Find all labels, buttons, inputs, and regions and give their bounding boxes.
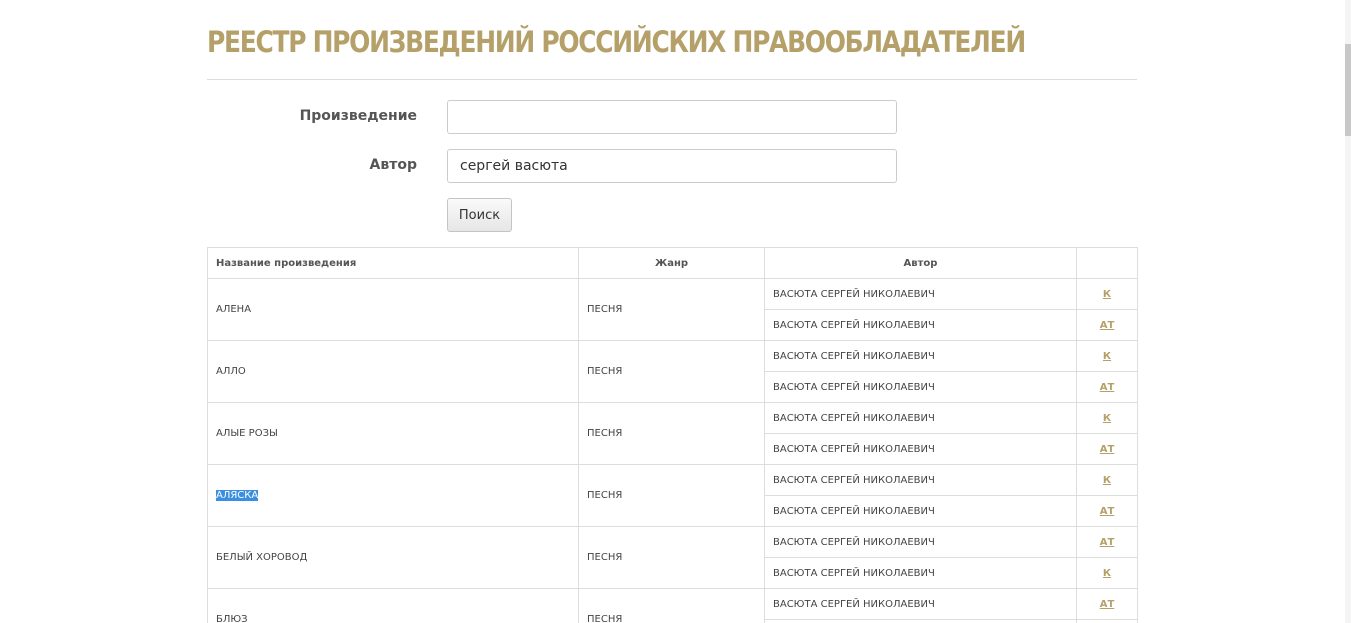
work-title-cell: АЛЫЕ РОЗЫ (207, 402, 579, 465)
author-cell: ВАСЮТА СЕРГЕЙ НИКОЛАЕВИЧ (764, 433, 1077, 465)
header-title: Название произведения (207, 247, 579, 279)
rights-cell: АТ (1076, 526, 1138, 558)
search-button[interactable]: Поиск (447, 198, 512, 232)
rights-cell: К (1076, 278, 1138, 310)
rights-link[interactable]: АТ (1100, 599, 1115, 610)
header-author: Автор (764, 247, 1077, 279)
work-title-cell: БЕЛЫЙ ХОРОВОД (207, 526, 579, 589)
genre-cell: ПЕСНЯ (578, 464, 765, 527)
genre-cell: ПЕСНЯ (578, 278, 765, 341)
page: РЕЕСТР ПРОИЗВЕДЕНИЙ РОССИЙСКИХ ПРАВООБЛА… (0, 0, 1351, 623)
rights-link[interactable]: К (1103, 413, 1111, 424)
rights-cell (1076, 619, 1138, 623)
rights-link[interactable]: К (1103, 475, 1111, 486)
work-title: БЕЛЫЙ ХОРОВОД (216, 552, 308, 563)
genre-cell: ПЕСНЯ (578, 402, 765, 465)
work-title: БЛЮЗ (216, 614, 248, 623)
rights-cell: АТ (1076, 371, 1138, 403)
rights-link[interactable]: АТ (1100, 537, 1115, 548)
rights-cell: АТ (1076, 309, 1138, 341)
author-label: Автор (369, 157, 417, 173)
work-label: Произведение (299, 108, 417, 124)
table-row: БЛЮЗ ПЕСНЯ ВАСЮТА СЕРГЕЙ НИКОЛАЕВИЧ АТ (207, 588, 1138, 623)
page-title: РЕЕСТР ПРОИЗВЕДЕНИЙ РОССИЙСКИХ ПРАВООБЛА… (207, 25, 1026, 59)
rights-cell: АТ (1076, 588, 1138, 620)
work-title: АЛЛО (216, 366, 246, 377)
author-cell: ВАСЮТА СЕРГЕЙ НИКОЛАЕВИЧ (764, 309, 1077, 341)
rights-link[interactable]: К (1103, 351, 1111, 362)
work-title: АЛЯСКА (216, 490, 259, 501)
rights-cell: К (1076, 557, 1138, 589)
table-row: АЛЫЕ РОЗЫ ПЕСНЯ ВАСЮТА СЕРГЕЙ НИКОЛАЕВИЧ К (207, 402, 1138, 465)
work-title-cell: АЛЕНА (207, 278, 579, 341)
title-divider (207, 79, 1137, 80)
scrollbar-thumb[interactable] (1345, 44, 1351, 136)
author-cell: ВАСЮТА СЕРГЕЙ НИКОЛАЕВИЧ (764, 402, 1077, 434)
rights-cell: К (1076, 464, 1138, 496)
rights-cell: АТ (1076, 495, 1138, 527)
header-genre: Жанр (578, 247, 765, 279)
work-input[interactable] (447, 100, 897, 134)
table-row: БЕЛЫЙ ХОРОВОД ПЕСНЯ ВАСЮТА СЕРГЕЙ НИКОЛАЕВ… (207, 526, 1138, 589)
author-cell: ВАСЮТА СЕРГЕЙ НИКОЛАЕВИЧ (764, 278, 1077, 310)
work-title-cell: АЛЯСКА (207, 464, 579, 527)
table-header-row: Название произведения Жанр Автор (207, 247, 1138, 279)
table-row: АЛЯСКА ПЕСНЯ ВАСЮТА СЕРГЕЙ НИКОЛАЕВИЧ К (207, 464, 1138, 527)
rights-cell: АТ (1076, 433, 1138, 465)
rights-link[interactable]: К (1103, 568, 1111, 579)
author-cell: ВАСЮТА СЕРГЕЙ НИКОЛАЕВИЧ (764, 619, 1077, 623)
author-cell: ВАСЮТА СЕРГЕЙ НИКОЛАЕВИЧ (764, 495, 1077, 527)
genre-cell: ПЕСНЯ (578, 588, 765, 623)
header-rights (1076, 247, 1138, 279)
genre-cell: ПЕСНЯ (578, 526, 765, 589)
rights-link[interactable]: АТ (1100, 506, 1115, 517)
work-title-cell: БЛЮЗ (207, 588, 579, 623)
rights-link[interactable]: АТ (1100, 444, 1115, 455)
table-row: АЛЕНА ПЕСНЯ ВАСЮТА СЕРГЕЙ НИКОЛАЕВИЧ К (207, 278, 1138, 341)
work-title: АЛЫЕ РОЗЫ (216, 428, 278, 439)
rights-cell: К (1076, 340, 1138, 372)
work-title: АЛЕНА (216, 304, 252, 315)
author-cell: ВАСЮТА СЕРГЕЙ НИКОЛАЕВИЧ (764, 526, 1077, 558)
work-title-cell: АЛЛО (207, 340, 579, 403)
rights-link[interactable]: К (1103, 289, 1111, 300)
results-table: Название произведения Жанр Автор АЛЕНА ПЕ… (207, 247, 1138, 623)
results-body: АЛЕНА ПЕСНЯ ВАСЮТА СЕРГЕЙ НИКОЛАЕВИЧ К ВАСЮТ… (207, 278, 1138, 623)
author-cell: ВАСЮТА СЕРГЕЙ НИКОЛАЕВИЧ (764, 588, 1077, 620)
rights-cell: К (1076, 402, 1138, 434)
author-cell: ВАСЮТА СЕРГЕЙ НИКОЛАЕВИЧ (764, 371, 1077, 403)
author-cell: ВАСЮТА СЕРГЕЙ НИКОЛАЕВИЧ (764, 340, 1077, 372)
author-input[interactable] (447, 149, 897, 183)
table-row: АЛЛО ПЕСНЯ ВАСЮТА СЕРГЕЙ НИКОЛАЕВИЧ К (207, 340, 1138, 403)
author-cell: ВАСЮТА СЕРГЕЙ НИКОЛАЕВИЧ (764, 464, 1077, 496)
genre-cell: ПЕСНЯ (578, 340, 765, 403)
author-cell: ВАСЮТА СЕРГЕЙ НИКОЛАЕВИЧ (764, 557, 1077, 589)
rights-link[interactable]: АТ (1100, 320, 1115, 331)
rights-link[interactable]: АТ (1100, 382, 1115, 393)
